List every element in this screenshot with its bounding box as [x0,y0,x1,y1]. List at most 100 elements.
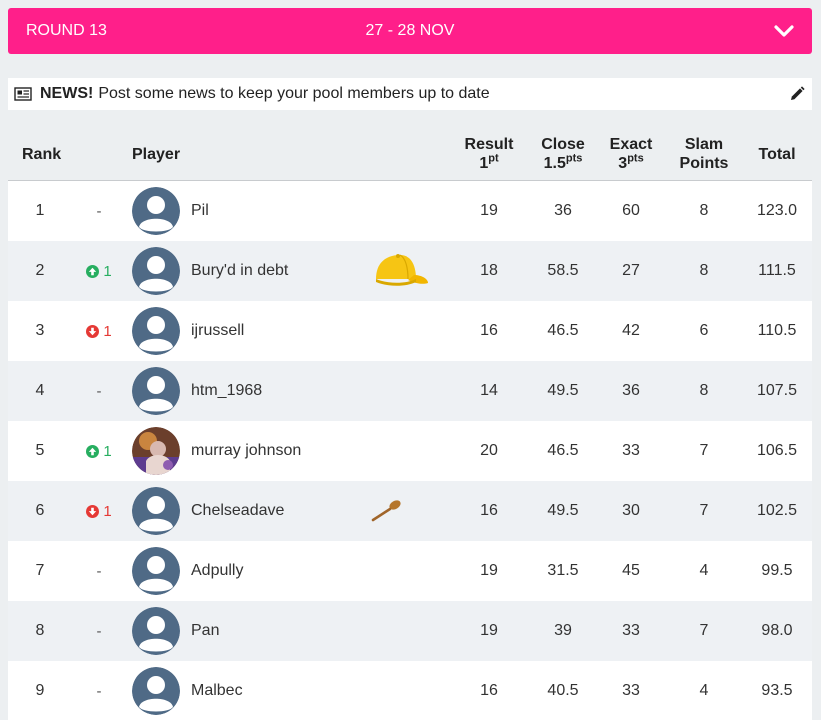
player-name[interactable]: Pil [191,181,209,241]
result-cell: 16 [480,682,498,699]
exact-cell: 45 [622,562,640,579]
result-cell: 20 [480,442,498,459]
movement-cell: 1 [72,301,126,361]
movement-cell: 1 [72,241,126,301]
table-row[interactable]: 6 1 Chelseadave 16 49.5 30 7 102.5 [8,481,812,541]
newspaper-icon [14,87,32,101]
slam-points-cell: 4 [699,682,709,699]
player-name[interactable]: Pan [191,601,219,661]
player-name[interactable]: murray johnson [191,421,301,481]
wooden-spoon-icon [370,499,404,543]
movement-cell: - [72,601,126,661]
header-slam[interactable]: Slam Points [670,135,738,173]
result-cell: 14 [480,382,498,399]
total-cell: 106.5 [756,442,798,459]
result-cell: 16 [480,322,498,339]
slam-points-cell: 8 [699,202,709,219]
arrow-up-icon [86,444,100,458]
rank-cell: 4 [35,382,45,399]
avatar[interactable] [132,247,180,295]
avatar[interactable] [132,547,180,595]
player-name[interactable]: Malbec [191,661,243,720]
table-row[interactable]: 4 - htm_1968 14 49.5 36 8 107.5 [8,361,812,421]
table-row[interactable]: 2 1 Bury'd in debt 18 58.5 27 8 111.5 [8,241,812,301]
total-cell: 102.5 [756,502,798,519]
standings-table: Rank Player Result 1pt Close 1.5pts Exac… [8,122,812,720]
exact-cell: 33 [622,442,640,459]
avatar[interactable] [132,367,180,415]
player-name[interactable]: ijrussell [191,301,244,361]
exact-cell: 33 [622,682,640,699]
header-exact[interactable]: Exact 3pts [602,135,660,173]
rank-change: - [96,382,102,400]
movement-cell: - [72,661,126,720]
player-name[interactable]: Bury'd in debt [191,241,288,301]
movement-cell: 1 [72,421,126,481]
avatar[interactable] [132,607,180,655]
header-player[interactable]: Player [132,145,180,164]
news-title: NEWS! [40,85,94,102]
header-total[interactable]: Total [745,145,809,164]
total-cell: 107.5 [756,382,798,399]
avatar[interactable] [132,187,180,235]
chevron-down-icon[interactable] [772,20,796,42]
rank-change: - [96,622,102,640]
movement-cell: - [72,361,126,421]
slam-points-cell: 7 [699,622,709,639]
table-row[interactable]: 5 1 murray johnson 20 46.5 33 7 106.5 [8,421,812,481]
rank-cell: 9 [35,682,45,699]
close-cell: 58.5 [547,262,579,279]
table-row[interactable]: 1 - Pil 19 36 60 8 123.0 [8,181,812,241]
movement-cell: - [72,181,126,241]
slam-points-cell: 6 [699,322,709,339]
slam-points-cell: 7 [699,442,709,459]
arrow-down-icon [86,504,100,518]
total-cell: 98.0 [761,622,793,639]
rank-change: - [96,562,102,580]
rank-cell: 6 [35,502,45,519]
yellow-cap-icon [370,249,430,293]
header-result[interactable]: Result 1pt [460,135,518,173]
table-header: Rank Player Result 1pt Close 1.5pts Exac… [8,122,812,181]
rank-change: 1 [103,262,112,280]
header-rank[interactable]: Rank [22,145,61,164]
player-name[interactable]: htm_1968 [191,361,262,421]
exact-cell: 30 [622,502,640,519]
rank-change: 1 [103,502,112,520]
table-row[interactable]: 7 - Adpully 19 31.5 45 4 99.5 [8,541,812,601]
table-body: 1- Pil 19 36 60 8 123.0 2 1 Bury'd in debt 18 58.5 2… [8,181,812,720]
rank-change: - [96,682,102,700]
total-cell: 110.5 [757,322,797,339]
rank-cell: 3 [35,322,45,339]
close-cell: 46.5 [547,442,579,459]
round-header[interactable]: ROUND 13 27 - 28 NOV [8,8,812,54]
avatar[interactable] [132,667,180,715]
movement-cell: 1 [72,481,126,541]
rank-change: 1 [103,442,112,460]
table-row[interactable]: 9 - Malbec 16 40.5 33 4 93.5 [8,661,812,720]
avatar[interactable] [132,307,180,355]
close-cell: 31.5 [547,562,579,579]
table-row[interactable]: 3 1 ijrussell 16 46.5 42 6 110.5 [8,301,812,361]
arrow-down-icon [86,324,100,338]
avatar[interactable] [132,427,180,475]
close-cell: 36 [554,202,572,219]
slam-points-cell: 8 [699,262,709,279]
rank-cell: 5 [35,442,45,459]
header-close[interactable]: Close 1.5pts [532,135,594,173]
slam-points-cell: 7 [699,502,709,519]
total-cell: 93.5 [761,682,793,699]
total-cell: 123.0 [756,202,798,219]
result-cell: 19 [480,562,498,579]
movement-cell: - [72,541,126,601]
player-name[interactable]: Chelseadave [191,481,284,541]
slam-points-cell: 4 [699,562,709,579]
avatar[interactable] [132,487,180,535]
pencil-icon[interactable] [788,85,806,103]
rank-cell: 7 [35,562,45,579]
exact-cell: 36 [622,382,640,399]
close-cell: 49.5 [547,382,579,399]
result-cell: 16 [480,502,498,519]
table-row[interactable]: 8 - Pan 19 39 33 7 98.0 [8,601,812,661]
player-name[interactable]: Adpully [191,541,243,601]
